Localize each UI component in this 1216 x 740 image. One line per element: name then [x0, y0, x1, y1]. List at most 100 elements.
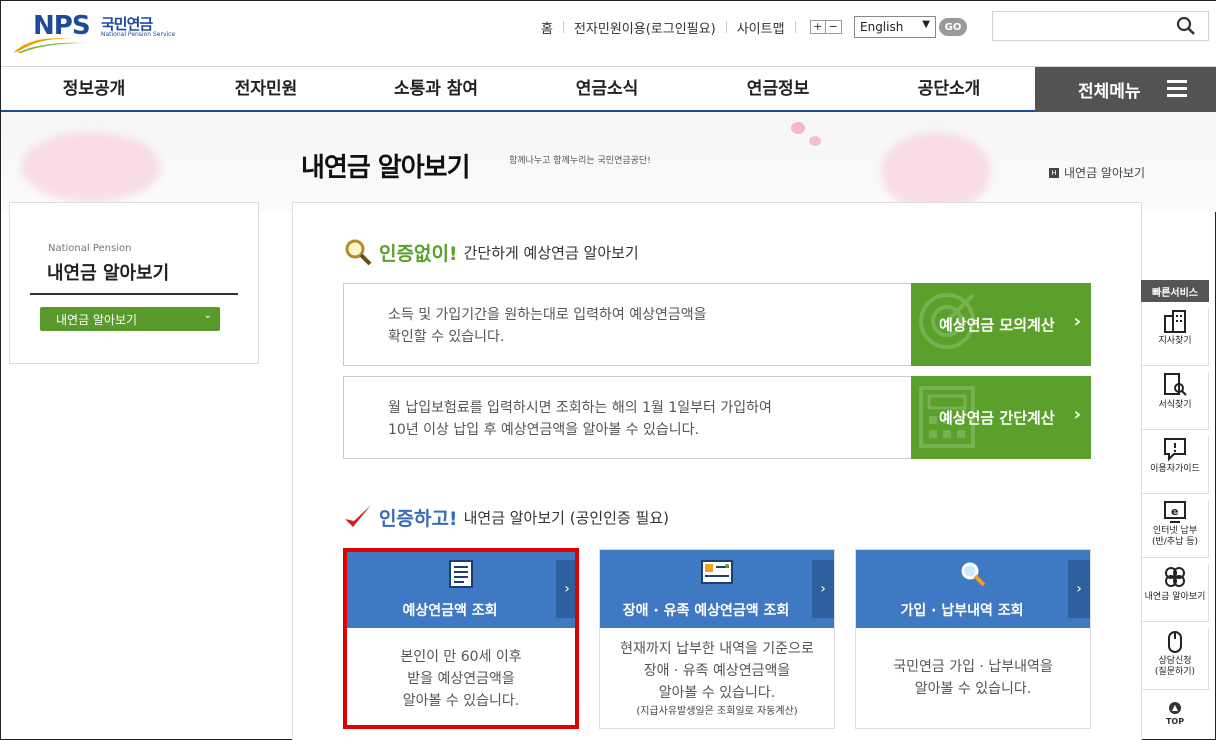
nav-item-communication[interactable]: 소통과 참여: [343, 67, 529, 112]
side-nav-item-my-pension[interactable]: 내연금 알아보기 ⌄: [40, 307, 220, 331]
quick-item-consult[interactable]: 상담신청 (질문하기): [1141, 628, 1209, 690]
section-no-auth-title: 인증없이!: [379, 242, 458, 265]
calc-row-text-line: 10년 이상 납입 후 예상연금액을 알아볼 수 있습니다.: [388, 422, 700, 438]
search-icon[interactable]: [1176, 16, 1196, 36]
quick-item-label: (질문하기): [1154, 667, 1196, 677]
card-title: 장애 · 유족 예상연금액 조회: [622, 603, 790, 619]
nav-item-news[interactable]: 연금소식: [514, 67, 700, 112]
heart-decoration: [791, 122, 805, 134]
section-auth-subtitle: 내연금 알아보기 (공인인증 필요): [463, 508, 670, 527]
quick-item-label: 서식찾기: [1158, 400, 1192, 410]
speech-bubble-icon: [1164, 438, 1186, 462]
page-title: 내연금 알아보기: [301, 153, 470, 183]
section-auth-title: 인증하고!: [379, 507, 458, 530]
divider: [794, 21, 796, 33]
checkmark-icon: [345, 505, 371, 527]
card-disability-survivor-pension[interactable]: 장애 · 유족 예상연금액 조회 › 현재까지 납부한 내역을 기준으로 장애 …: [599, 549, 835, 729]
main-nav: 정보공개 전자민원 소통과 참여 연금소식 연금정보 공단소개 전체메뉴: [1, 67, 1216, 112]
calc-row-description: 월 납입보험료를 입력하시면 조회하는 해의 1월 1일부터 가입하여 10년 …: [388, 397, 772, 441]
nps-logo[interactable]: NPS 국민연금 National Pension Service: [11, 11, 175, 55]
building-icon: [1164, 310, 1186, 333]
utility-nav: 홈 전자민원이용(로그인필요) 사이트맵 + −: [541, 17, 842, 37]
login-link[interactable]: 전자민원이용(로그인필요): [574, 18, 716, 37]
section-auth-heading: 인증하고! 내연금 알아보기 (공인인증 필요): [343, 503, 669, 531]
home-link[interactable]: 홈: [541, 18, 553, 37]
nav-item-pension-info[interactable]: 연금정보: [685, 67, 871, 112]
quick-item-label: 상담신청: [1158, 656, 1192, 666]
chevron-right-icon: ›: [812, 560, 834, 618]
magnifier-icon: [345, 239, 372, 266]
quick-item-internet-payment[interactable]: e 인터넷 납부 (반/추납 등): [1141, 500, 1209, 558]
clover-icon: [1165, 567, 1185, 587]
calc-row-simple: 월 납입보험료를 입력하시면 조회하는 해의 1월 1일부터 가입하여 10년 …: [343, 376, 1091, 459]
card-text-line: 장애 · 유족 예상연금액을: [643, 663, 791, 679]
scroll-top-button[interactable]: ▲ TOP: [1141, 702, 1209, 726]
quick-item-label: 이용자가이드: [1150, 464, 1200, 474]
language-selected: English: [860, 20, 904, 34]
quick-item-label: (반/추납 등): [1151, 537, 1199, 547]
id-card-icon: [701, 560, 733, 584]
quick-item-my-pension[interactable]: 내연금 알아보기: [1141, 564, 1209, 622]
chevron-down-icon: ▼: [922, 19, 930, 30]
sitemap-link[interactable]: 사이트맵: [737, 18, 785, 37]
top-header: NPS 국민연금 National Pension Service 홈 전자민원…: [1, 1, 1216, 67]
home-icon[interactable]: H: [1049, 167, 1059, 178]
chevron-right-icon: ›: [1073, 311, 1081, 332]
section-no-auth-subtitle: 간단하게 예상연금 알아보기: [463, 243, 639, 262]
zoom-in-button[interactable]: +: [811, 21, 826, 33]
heart-decoration: [21, 132, 161, 202]
language-select[interactable]: English ▼: [854, 16, 936, 38]
divider: [30, 293, 238, 295]
card-subscription-history[interactable]: 가입 · 납부내역 조회 › 국민연금 가입 · 납부내역을 알아볼 수 있습니…: [855, 549, 1091, 729]
logo-english-text: National Pension Service: [101, 31, 176, 38]
page-subtitle: 함께나누고 함께누리는 국민연금공단!: [509, 156, 651, 166]
side-nav-en-title: National Pension: [48, 243, 132, 254]
calculator-icon: [919, 386, 975, 448]
magnifier-icon: [961, 562, 986, 587]
monitor-e-icon: e: [1164, 501, 1186, 523]
quick-item-label: 내연금 알아보기: [1144, 592, 1206, 602]
nav-item-about[interactable]: 공단소개: [856, 67, 1042, 112]
quick-item-forms[interactable]: 서식찾기: [1141, 372, 1209, 430]
side-nav-item-label: 내연금 알아보기: [56, 312, 138, 327]
calc-row-text-line: 월 납입보험료를 입력하시면 조회하는 해의 1월 1일부터 가입하여: [388, 400, 772, 416]
chevron-down-icon: ⌄: [203, 310, 212, 321]
simple-calculation-button[interactable]: 예상연금 간단계산 ›: [911, 376, 1091, 459]
card-text-line: 현재까지 납부한 내역을 기준으로: [620, 641, 814, 657]
card-title: 가입 · 납부내역 조회: [900, 603, 1024, 619]
quick-item-branch[interactable]: 지사찾기: [1141, 308, 1209, 366]
calc-row-description: 소득 및 가입기간을 원하는대로 입력하여 예상연금액을 확인할 수 있습니다.: [388, 304, 707, 348]
zoom-out-button[interactable]: −: [825, 21, 841, 33]
quick-item-label: 인터넷 납부: [1152, 526, 1198, 536]
mock-calculation-button[interactable]: 예상연금 모의계산 ›: [911, 283, 1091, 366]
chevron-right-icon: ›: [1073, 404, 1081, 425]
quick-item-label: 지사찾기: [1158, 336, 1192, 346]
hamburger-icon: [1167, 80, 1187, 98]
document-search-icon: [1164, 373, 1187, 396]
heart-decoration: [809, 136, 821, 146]
card-note: (지급사유발생일은 조회일로 자동계산): [636, 706, 798, 717]
calc-row-text-line: 확인할 수 있습니다.: [388, 329, 505, 345]
breadcrumb-current: 내연금 알아보기: [1064, 166, 1146, 180]
calc-row-text-line: 소득 및 가입기간을 원하는대로 입력하여 예상연금액을: [388, 307, 707, 323]
target-icon: [919, 293, 975, 349]
quick-service-title: 빠른서비스: [1141, 280, 1209, 302]
section-no-auth-heading: 인증없이! 간단하게 예상연금 알아보기: [343, 237, 639, 267]
all-menu-button[interactable]: 전체메뉴: [1035, 67, 1216, 112]
mouse-icon: [1168, 631, 1182, 653]
chevron-right-icon: ›: [1068, 560, 1090, 618]
selection-highlight: [343, 548, 579, 729]
quick-service-bar: 빠른서비스 지사찾기 서식찾기 이용자가이드 e 인터넷 납부 (반/추납 등)…: [1141, 280, 1209, 726]
card-description: 국민연금 가입 · 납부내역을 알아볼 수 있습니다.: [856, 656, 1090, 700]
nav-item-info[interactable]: 정보공개: [1, 67, 187, 112]
search-input[interactable]: [992, 11, 1209, 41]
zoom-control: + −: [809, 20, 842, 34]
side-nav: National Pension 내연금 알아보기 내연금 알아보기 ⌄: [9, 202, 259, 364]
nav-item-e-civil[interactable]: 전자민원: [173, 67, 359, 112]
divider: [725, 21, 727, 33]
card-header: 장애 · 유족 예상연금액 조회 ›: [600, 550, 834, 628]
quick-item-guide[interactable]: 이용자가이드: [1141, 436, 1209, 494]
card-text-line: 알아볼 수 있습니다.: [914, 681, 1032, 697]
language-go-button[interactable]: GO: [939, 18, 967, 36]
heart-decoration: [881, 132, 991, 212]
